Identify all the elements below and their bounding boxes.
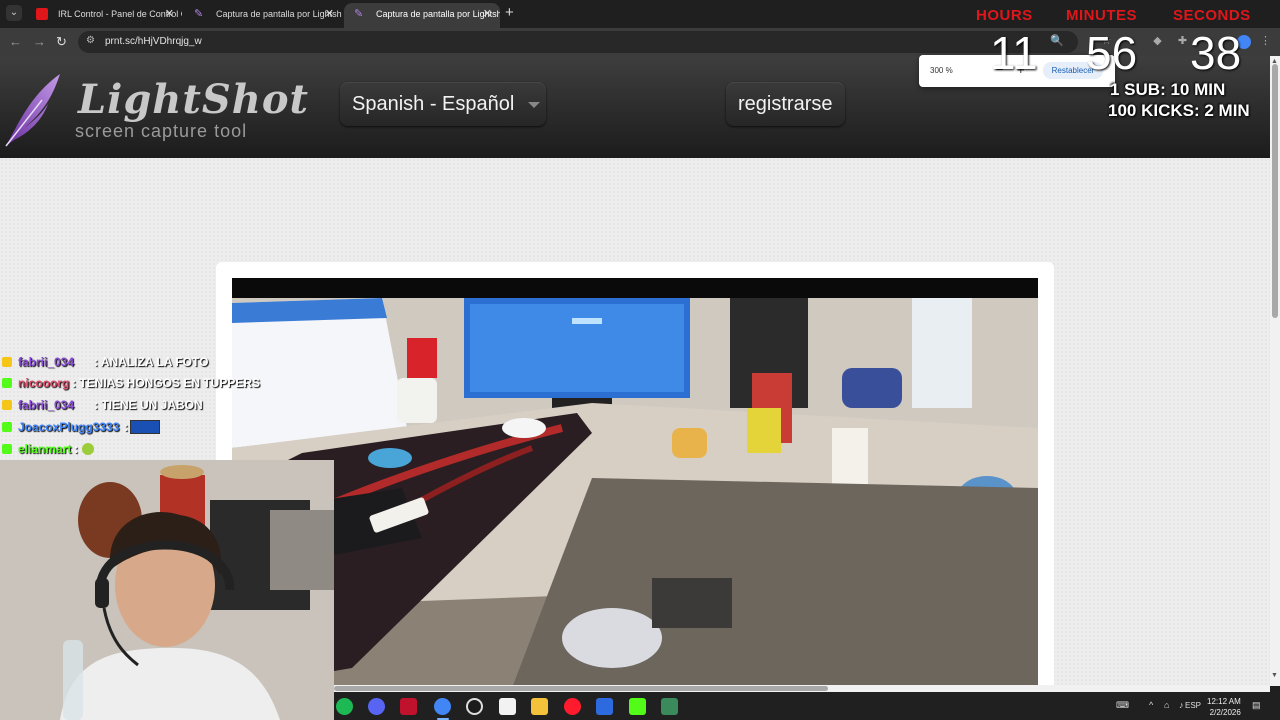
voicemod-icon[interactable]: [400, 698, 417, 715]
register-button[interactable]: registrarse: [726, 82, 845, 126]
keyboard-icon[interactable]: ⌨: [1116, 700, 1129, 711]
forward-icon[interactable]: →: [33, 33, 46, 51]
streamer-webcam: [0, 460, 334, 720]
chat-badge-icon: [2, 378, 12, 388]
chat-username: nicooorg: [18, 376, 70, 390]
file-explorer-icon[interactable]: [531, 698, 548, 715]
language-select-button[interactable]: Spanish - Español: [340, 82, 546, 126]
extensions-puzzle-icon[interactable]: ✚: [1176, 35, 1189, 48]
language-label: Spanish - Español: [352, 93, 515, 115]
kick-icon[interactable]: [629, 698, 646, 715]
windows-taskbar: ⌨ ^ ⌂ ♪ ESP 12:12 AM 2/2/2026 ▤: [334, 692, 1280, 720]
chat-emote-icon: [82, 443, 94, 455]
url-text: prnt.sc/hHjVDhrqjg_w: [105, 36, 202, 47]
tab-label: Captura de pantalla por Lightsh: [216, 9, 342, 19]
horizontal-scroll-thumb[interactable]: [334, 686, 828, 691]
obs-icon[interactable]: [466, 698, 483, 715]
lightshot-favicon-icon: ✎: [354, 8, 364, 20]
chat-username: fabrii_034: [18, 398, 75, 412]
timer-minutes-value: 56: [1086, 27, 1138, 79]
chat-badge-icon: [2, 444, 12, 454]
browser-menu-icon[interactable]: ⋮: [1259, 35, 1272, 48]
timer-label-hours: HOURS: [976, 7, 1033, 24]
chat-badge-icon: [2, 422, 12, 432]
chat-username: fabrii_034: [18, 355, 75, 369]
tab-search-button[interactable]: ⌄: [6, 5, 22, 21]
clock-time: 12:12 AM: [1207, 697, 1241, 706]
chrome-icon[interactable]: [434, 698, 451, 715]
timer-hours-value: 11: [990, 27, 1038, 79]
tray-overflow-icon[interactable]: ^: [1149, 700, 1153, 710]
chat-text: :: [74, 442, 78, 456]
tab-lightshot-2[interactable]: ✎ Captura de pantalla por Lightsh ✕: [344, 3, 500, 28]
discord-icon[interactable]: [368, 698, 385, 715]
horizontal-scrollbar[interactable]: [334, 685, 1270, 692]
chat-text: :: [124, 420, 128, 434]
chat-emote-icon: [130, 420, 160, 434]
screenshot-card: [216, 262, 1054, 692]
app-icon[interactable]: [499, 698, 516, 715]
chat-badge-icon: [2, 357, 12, 367]
stacks-icon[interactable]: [661, 698, 678, 715]
lightshot-logo-title[interactable]: LightShot: [78, 76, 309, 123]
address-bar[interactable]: ⚙ prnt.sc/hHjVDhrqjg_w 🔍: [78, 31, 1078, 53]
chat-text: : TIENE UN JABON: [94, 398, 203, 412]
extension-icon[interactable]: ◆: [1151, 35, 1164, 48]
screenshot-image[interactable]: [232, 278, 1038, 688]
chat-text: : ANALIZA LA FOTO: [94, 355, 209, 369]
goal-sub: 1 SUB: 10 MIN: [1110, 80, 1226, 99]
zoom-level: 300 %: [930, 66, 953, 75]
register-label: registrarse: [738, 93, 833, 115]
new-tab-button[interactable]: +: [505, 3, 514, 23]
irl-control-favicon-icon: [36, 8, 48, 20]
vpn-icon[interactable]: [596, 698, 613, 715]
close-tab-icon[interactable]: ✕: [165, 3, 174, 25]
close-tab-icon[interactable]: ✕: [483, 3, 492, 25]
tab-lightshot-1[interactable]: ✎ Captura de pantalla por Lightsh ✕: [184, 3, 342, 28]
lightshot-logo-subtitle: screen capture tool: [75, 121, 248, 141]
vertical-scrollbar[interactable]: ▲ ▼: [1270, 56, 1280, 686]
vertical-scroll-thumb[interactable]: [1272, 64, 1278, 318]
tab-irl-control[interactable]: IRL Control - Panel de Control C ✕: [26, 3, 182, 28]
spotify-icon[interactable]: [336, 698, 353, 715]
webcam-image: [0, 460, 334, 720]
tab-label: Captura de pantalla por Lightsh: [376, 9, 500, 19]
notification-icon[interactable]: ▤: [1252, 700, 1261, 711]
lightshot-feather-icon: [5, 74, 60, 147]
goal-kicks: 100 KICKS: 2 MIN: [1108, 101, 1250, 120]
scroll-down-icon[interactable]: ▼: [1271, 672, 1278, 679]
timer-label-seconds: SECONDS: [1173, 7, 1251, 24]
close-tab-icon[interactable]: ✕: [325, 3, 334, 25]
lightshot-favicon-icon: ✎: [194, 8, 204, 20]
opera-icon[interactable]: [564, 698, 581, 715]
reload-icon[interactable]: ↻: [56, 33, 67, 51]
input-language[interactable]: ESP: [1185, 701, 1201, 710]
clock-date: 2/2/2026: [1209, 708, 1241, 717]
zoom-icon[interactable]: 🔍: [1050, 35, 1064, 48]
timer-label-minutes: MINUTES: [1066, 7, 1137, 24]
screenshot-desk-photo: [232, 278, 1038, 688]
system-clock[interactable]: 12:12 AM 2/2/2026: [1207, 696, 1241, 718]
network-icon[interactable]: ⌂: [1164, 700, 1169, 710]
site-info-icon[interactable]: ⚙: [86, 35, 98, 47]
chat-badge-icon: [2, 400, 12, 410]
chat-username: elianmart: [18, 442, 72, 456]
screen: ⌄ IRL Control - Panel de Control C ✕ ✎ C…: [0, 0, 1280, 720]
chevron-down-icon: [528, 102, 540, 108]
volume-icon[interactable]: ♪: [1179, 700, 1184, 710]
chat-username: JoacoxPlugg3333: [18, 420, 120, 434]
timer-seconds-value: 38: [1190, 27, 1242, 79]
back-icon[interactable]: ←: [9, 33, 22, 51]
chat-text: : TENIAS HONGOS EN TUPPERS: [72, 376, 261, 390]
tab-label: IRL Control - Panel de Control C: [58, 9, 182, 19]
